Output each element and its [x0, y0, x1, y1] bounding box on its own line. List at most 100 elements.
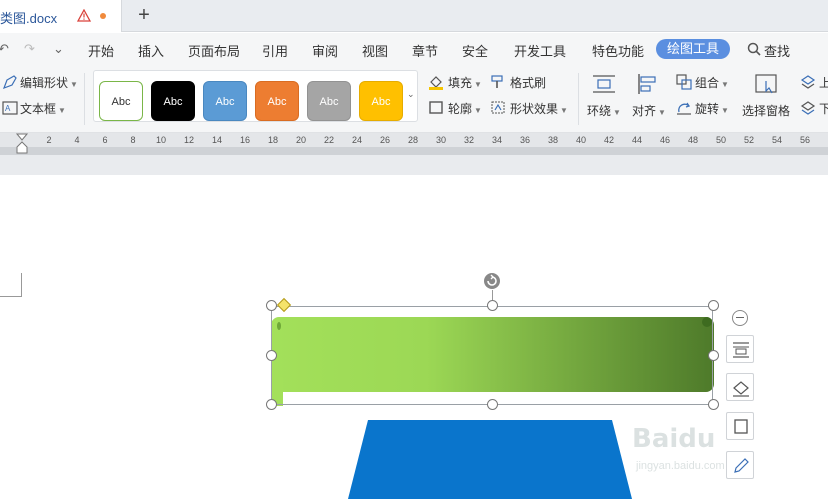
fill-icon: [733, 381, 749, 397]
warning-icon: [77, 9, 91, 22]
ruler-tick-label: 28: [407, 135, 418, 145]
style-swatch-label: Abc: [163, 96, 183, 108]
search-icon[interactable]: [747, 42, 761, 56]
redo-icon[interactable]: ↷: [24, 41, 35, 57]
ruler[interactable]: 2 4 6 8 10 12 14 16 18 20 22 24 26 28 30 32 34 36 38 40 42 44…: [0, 133, 828, 155]
watermark: Baidu jingyan.baidu.com: [632, 424, 782, 478]
blue-trapezoid-shape[interactable]: [340, 420, 640, 499]
menu-review[interactable]: 审阅: [312, 41, 338, 60]
gallery-expand-icon[interactable]: ⌄: [407, 89, 417, 100]
edit-shape-button[interactable]: 编辑形状 ▼: [20, 74, 78, 91]
resize-handle-top-left[interactable]: [266, 300, 277, 311]
collapse-toolbar-button[interactable]: [732, 310, 748, 326]
outline-icon: [429, 101, 443, 114]
style-swatch-gold[interactable]: Abc: [359, 81, 403, 121]
ruler-tick-label: 34: [491, 135, 502, 145]
undo-icon[interactable]: ↶: [0, 41, 9, 57]
svg-text:A: A: [5, 104, 11, 113]
menu-features[interactable]: 特色功能: [592, 41, 644, 60]
resize-handle-top[interactable]: [487, 300, 498, 311]
edit-shape-icon: [2, 75, 17, 90]
style-swatch-label: Abc: [267, 96, 287, 108]
ruler-track: [0, 147, 828, 155]
bring-forward-button[interactable]: 上: [819, 74, 828, 91]
outline-label: 轮廓: [448, 102, 473, 116]
ruler-tick-label: 50: [715, 135, 726, 145]
float-fill-button[interactable]: [726, 373, 754, 401]
style-swatch-white[interactable]: Abc: [99, 81, 143, 121]
fill-label: 填充: [448, 76, 473, 90]
unsaved-dot-icon: [100, 13, 106, 19]
outline-button[interactable]: 轮廓 ▼: [448, 100, 482, 117]
ruler-tick-label: 20: [295, 135, 306, 145]
ruler-tick-label: 36: [519, 135, 530, 145]
ruler-tick-label: 52: [743, 135, 754, 145]
ruler-tick-label: 4: [74, 135, 80, 145]
menu-insert[interactable]: 插入: [138, 41, 164, 60]
quick-access-more-icon[interactable]: ⌄: [53, 41, 64, 57]
page-gap: [0, 155, 828, 175]
menu-security[interactable]: 安全: [462, 41, 488, 60]
text-box-button[interactable]: 文本框 ▼: [20, 100, 66, 117]
style-swatch-label: Abc: [111, 96, 131, 108]
wrap-text-icon: [593, 75, 615, 93]
new-tab-button[interactable]: +: [134, 4, 154, 26]
ruler-tick-label: 8: [130, 135, 136, 145]
menu-chapter[interactable]: 章节: [412, 41, 438, 60]
selection-pane-button[interactable]: 选择窗格: [742, 102, 790, 119]
ruler-tick-label: 38: [547, 135, 558, 145]
rotate-handle-icon[interactable]: [483, 272, 501, 290]
ruler-tick-label: 40: [575, 135, 586, 145]
style-swatch-label: Abc: [371, 96, 391, 108]
ruler-tick-label: 42: [603, 135, 614, 145]
menu-page-layout[interactable]: 页面布局: [188, 41, 240, 60]
margin-corner-mark: [0, 273, 22, 297]
resize-handle-top-right[interactable]: [708, 300, 719, 311]
ruler-tick-label: 6: [102, 135, 108, 145]
send-backward-icon: [800, 101, 816, 115]
send-backward-button[interactable]: 下: [819, 100, 828, 117]
menu-home[interactable]: 开始: [88, 41, 114, 60]
group-button[interactable]: 组合 ▼: [695, 74, 729, 91]
chevron-down-icon: ▼: [721, 80, 729, 89]
resize-handle-right[interactable]: [708, 350, 719, 361]
resize-handle-left[interactable]: [266, 350, 277, 361]
ribbon-divider: [578, 73, 579, 125]
float-wrap-button[interactable]: [726, 335, 754, 363]
tab-bar: 类图.docx +: [0, 0, 828, 32]
fill-button[interactable]: 填充 ▼: [448, 74, 482, 91]
indent-marker-icon[interactable]: [16, 133, 28, 155]
document-tab[interactable]: 类图.docx: [0, 0, 122, 32]
resize-handle-bottom-left[interactable]: [266, 399, 277, 410]
wrap-label: 环绕: [587, 104, 612, 118]
menu-developer[interactable]: 开发工具: [514, 41, 566, 60]
resize-handle-bottom-right[interactable]: [708, 399, 719, 410]
style-swatch-gray[interactable]: Abc: [307, 81, 351, 121]
resize-handle-bottom[interactable]: [487, 399, 498, 410]
chevron-down-icon: ▼: [474, 106, 482, 115]
chevron-down-icon: ▼: [70, 80, 78, 89]
style-swatch-blue[interactable]: Abc: [203, 81, 247, 121]
menu-drawing-tools[interactable]: 绘图工具: [656, 39, 730, 59]
selection-box: [271, 306, 713, 405]
menu-references[interactable]: 引用: [262, 41, 288, 60]
text-box-icon: A: [2, 101, 18, 115]
rotate-button[interactable]: 旋转 ▼: [695, 100, 729, 117]
wrap-button[interactable]: 环绕 ▼: [587, 102, 621, 119]
text-box-label: 文本框: [20, 102, 57, 116]
group-label: 组合: [695, 76, 720, 90]
group-icon: [676, 74, 692, 90]
edit-shape-label: 编辑形状: [20, 76, 69, 90]
align-button[interactable]: 对齐 ▼: [632, 102, 666, 119]
style-swatch-black[interactable]: Abc: [151, 81, 195, 121]
search-label[interactable]: 查找: [764, 41, 790, 60]
chevron-down-icon: ▼: [613, 108, 621, 117]
menu-bar: ↶ ↷ ⌄ 开始 插入 页面布局 引用 审阅 视图 章节 安全 开发工具 特色功…: [0, 33, 828, 65]
ruler-tick-label: 24: [351, 135, 362, 145]
chevron-down-icon: ▼: [58, 106, 66, 115]
ruler-tick-label: 22: [323, 135, 334, 145]
menu-view[interactable]: 视图: [362, 41, 388, 60]
shape-effects-button[interactable]: 形状效果 ▼: [510, 100, 568, 117]
format-painter-button[interactable]: 格式刷: [510, 74, 546, 91]
style-swatch-orange[interactable]: Abc: [255, 81, 299, 121]
